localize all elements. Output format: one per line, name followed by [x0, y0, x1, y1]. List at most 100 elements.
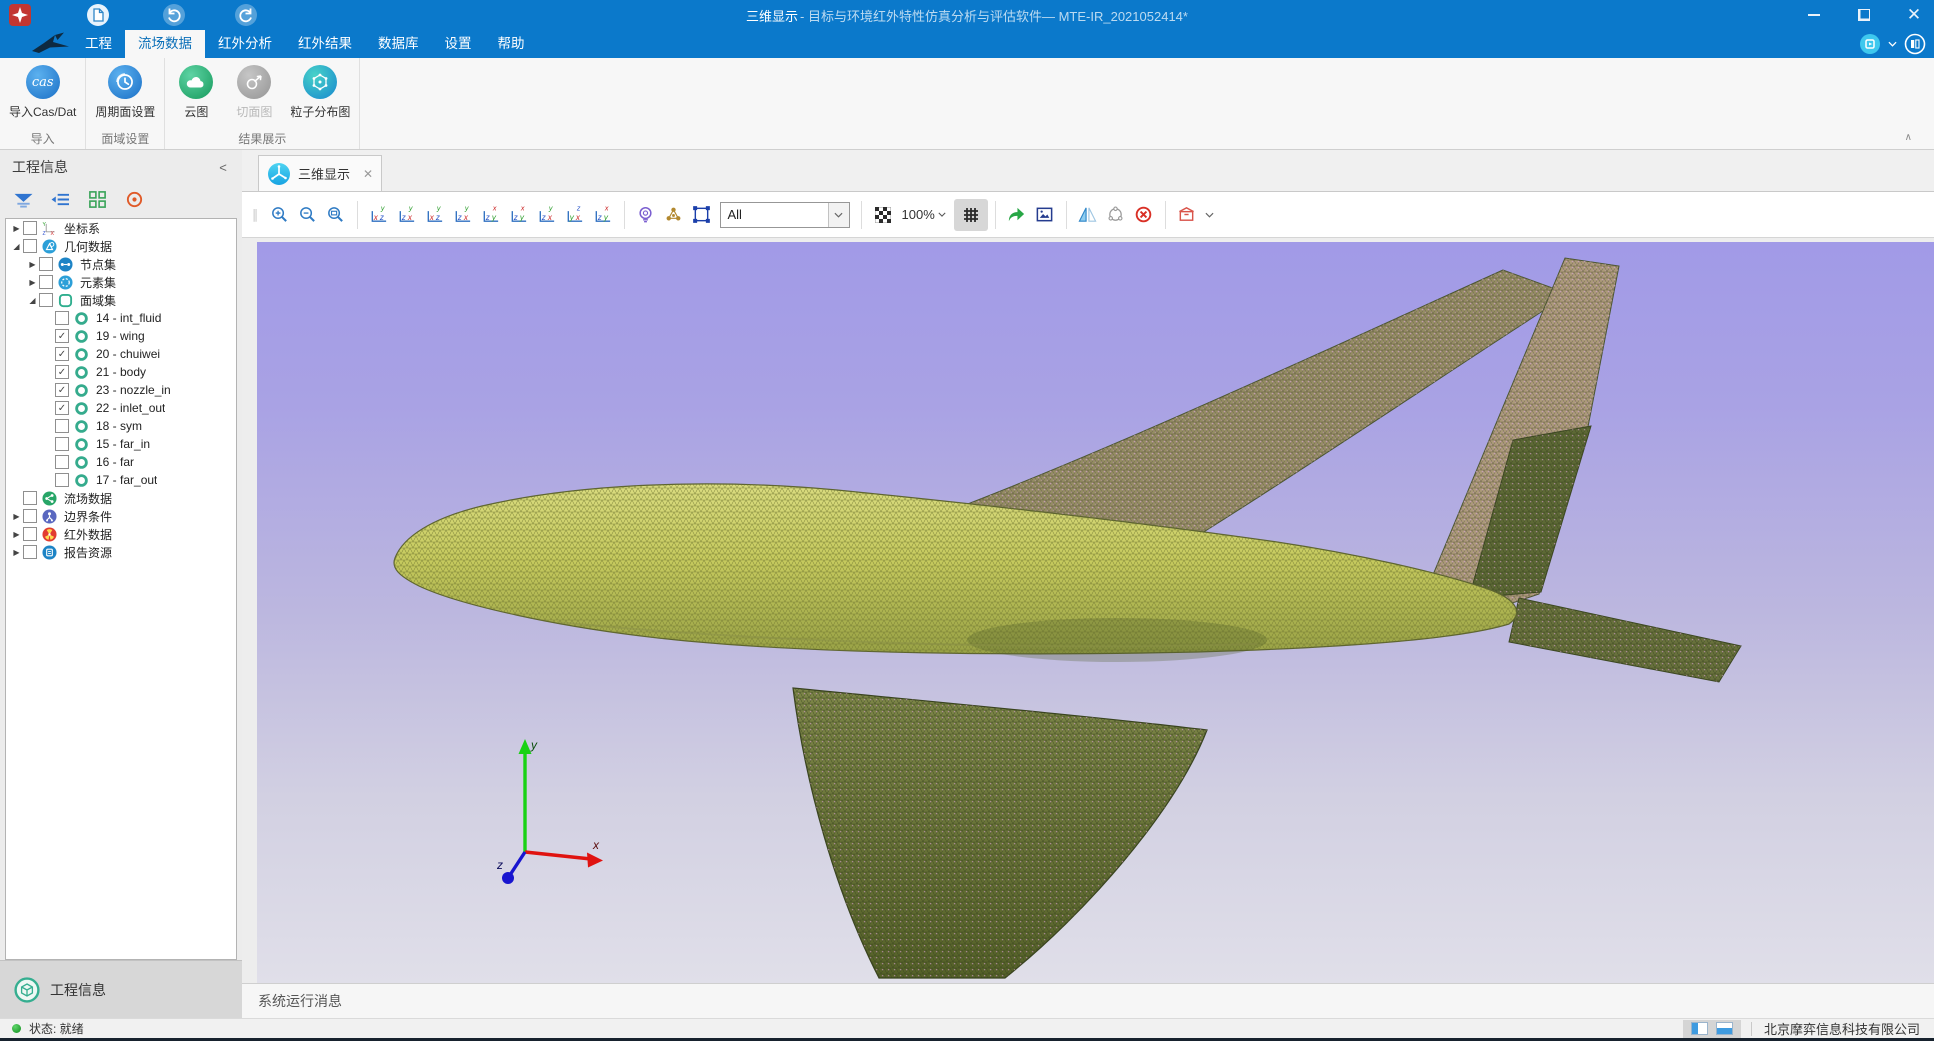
menu-item-5[interactable]: 设置 [432, 30, 485, 58]
tree-expander-icon[interactable]: ◢ [10, 242, 23, 251]
select-region-button[interactable] [688, 199, 716, 231]
combo-dropdown-icon[interactable] [828, 203, 849, 227]
toolbar-drag-handle[interactable]: ∥ [252, 207, 260, 223]
view-top-icon[interactable]: zyx [477, 199, 505, 231]
tree-checkbox[interactable] [23, 545, 37, 559]
view-front-icon[interactable]: xzy [365, 199, 393, 231]
new-file-button[interactable] [86, 3, 110, 27]
tree-expander-icon[interactable]: ▶ [10, 548, 23, 557]
ribbon-button-2-0[interactable]: 云图 [171, 63, 221, 122]
view-iso2-icon[interactable]: yxz [561, 199, 589, 231]
export-share-button[interactable] [1003, 199, 1031, 231]
viewport-3d[interactable]: y x z [257, 242, 1934, 983]
opacity-checker-icon[interactable] [869, 199, 897, 231]
tree-row-2[interactable]: ▶节点集 [6, 255, 236, 273]
restore-button[interactable] [1854, 5, 1874, 25]
tree-checkbox[interactable] [55, 419, 69, 433]
tree-row-18[interactable]: ▶报告资源 [6, 543, 236, 561]
rotate-animation-button[interactable] [1102, 199, 1130, 231]
mesh-toggle-button[interactable] [954, 199, 988, 231]
minimize-button[interactable] [1804, 5, 1824, 25]
tree-checkbox[interactable] [55, 311, 69, 325]
view-left-icon[interactable]: xzy [421, 199, 449, 231]
filter-icon[interactable] [12, 188, 34, 210]
tree-row-8[interactable]: ✓21 - body [6, 363, 236, 381]
cancel-operation-button[interactable] [1130, 199, 1158, 231]
tree-expander-icon[interactable]: ▶ [26, 278, 39, 287]
zoom-out-button[interactable] [294, 199, 322, 231]
tree-row-10[interactable]: ✓22 - inlet_out [6, 399, 236, 417]
locate-target-icon[interactable] [123, 188, 145, 210]
menu-item-3[interactable]: 红外结果 [285, 30, 365, 58]
grid-view-icon[interactable] [86, 188, 108, 210]
tree-row-4[interactable]: ◢面域集 [6, 291, 236, 309]
tree-checkbox[interactable] [23, 221, 37, 235]
tree-checkbox[interactable] [55, 437, 69, 451]
ribbon-button-2-2[interactable]: 粒子分布图 [287, 63, 353, 122]
project-info-bottom-button[interactable]: 工程信息 [0, 961, 242, 1018]
tree-expander-icon[interactable]: ▶ [10, 224, 23, 233]
tree-row-3[interactable]: ▶元素集 [6, 273, 236, 291]
render-mode-button[interactable] [660, 199, 688, 231]
tree-checkbox[interactable]: ✓ [55, 401, 69, 415]
tree-row-9[interactable]: ✓23 - nozzle_in [6, 381, 236, 399]
tree-checkbox[interactable] [23, 239, 37, 253]
undo-button[interactable] [162, 3, 186, 27]
zoom-fit-button[interactable] [322, 199, 350, 231]
opacity-value[interactable]: 100% [902, 207, 935, 222]
ribbon-layout-icon[interactable] [1904, 33, 1926, 55]
zoom-in-button[interactable] [266, 199, 294, 231]
tree-checkbox[interactable] [39, 275, 53, 289]
tree-row-11[interactable]: 18 - sym [6, 417, 236, 435]
style-dropdown-caret-icon[interactable] [1888, 41, 1897, 47]
tree-checkbox[interactable] [55, 473, 69, 487]
panel-collapse-button[interactable]: < [214, 160, 232, 175]
redo-button[interactable] [234, 3, 258, 27]
menu-item-1[interactable]: 流场数据 [125, 30, 205, 58]
list-outline-icon[interactable] [49, 188, 71, 210]
menu-item-4[interactable]: 数据库 [365, 30, 432, 58]
style-switch-icon[interactable] [1859, 33, 1881, 55]
tree-row-12[interactable]: 15 - far_in [6, 435, 236, 453]
menu-item-0[interactable]: 工程 [72, 30, 125, 58]
tree-row-1[interactable]: ◢几何数据 [6, 237, 236, 255]
tree-row-15[interactable]: 流场数据 [6, 489, 236, 507]
layout-left-panel-icon[interactable] [1691, 1022, 1708, 1035]
tree-checkbox[interactable]: ✓ [55, 383, 69, 397]
tree-checkbox[interactable]: ✓ [55, 329, 69, 343]
archive-caret-icon[interactable] [1205, 212, 1214, 218]
tree-checkbox[interactable] [55, 455, 69, 469]
menu-item-2[interactable]: 红外分析 [205, 30, 285, 58]
tree-row-7[interactable]: ✓20 - chuiwei [6, 345, 236, 363]
snapshot-image-button[interactable] [1031, 199, 1059, 231]
tree-checkbox[interactable] [23, 527, 37, 541]
tree-row-0[interactable]: ▶YZX坐标系 [6, 219, 236, 237]
ribbon-button-1-0[interactable]: 周期面设置 [92, 63, 158, 122]
tree-checkbox[interactable] [39, 257, 53, 271]
tree-expander-icon[interactable]: ◢ [26, 296, 39, 305]
tree-checkbox[interactable]: ✓ [55, 347, 69, 361]
tree-checkbox[interactable] [23, 509, 37, 523]
archive-box-button[interactable] [1173, 199, 1201, 231]
tree-expander-icon[interactable]: ▶ [10, 512, 23, 521]
display-filter-combobox[interactable]: All [720, 202, 850, 228]
tree-row-13[interactable]: 16 - far [6, 453, 236, 471]
tree-row-16[interactable]: ▶边界条件 [6, 507, 236, 525]
tree-row-6[interactable]: ✓19 - wing [6, 327, 236, 345]
tree-checkbox[interactable] [39, 293, 53, 307]
tab-close-icon[interactable]: ✕ [363, 167, 373, 181]
view-right-icon[interactable]: zxy [449, 199, 477, 231]
tree-checkbox[interactable] [23, 491, 37, 505]
tree-expander-icon[interactable]: ▶ [10, 530, 23, 539]
ribbon-button-0-0[interactable]: cas导入Cas/Dat [6, 63, 79, 122]
mirror-button[interactable] [1074, 199, 1102, 231]
opacity-caret-icon[interactable] [938, 212, 946, 217]
view-iso3-icon[interactable]: zyx [589, 199, 617, 231]
tree-row-5[interactable]: 14 - int_fluid [6, 309, 236, 327]
menu-item-6[interactable]: 帮助 [485, 30, 538, 58]
close-button[interactable]: ✕ [1904, 5, 1924, 25]
view-iso-icon[interactable]: zxy [533, 199, 561, 231]
tree-expander-icon[interactable]: ▶ [26, 260, 39, 269]
tree-checkbox[interactable]: ✓ [55, 365, 69, 379]
tab-3d-view[interactable]: 三维显示 ✕ [258, 155, 382, 191]
